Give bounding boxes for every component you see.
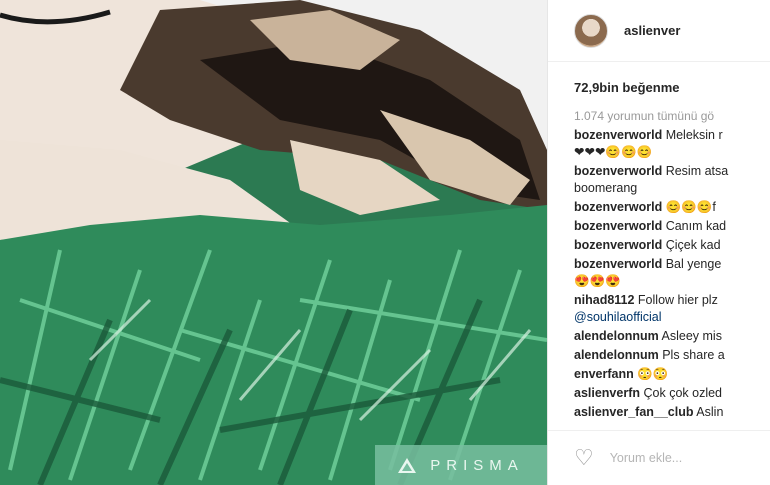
comment-text-extra: 😍😍😍 [574,274,621,288]
comment-text-extra: ❤❤❤😊😊😊 [574,145,653,159]
comment-text: Canım kad [662,219,727,233]
comment-username[interactable]: bozenverworld [574,257,662,271]
comment-username[interactable]: aslienverfn [574,386,640,400]
likes-count[interactable]: 72,9bin beğenme [574,80,679,95]
prisma-watermark: PRISMA [375,445,547,485]
comment-username[interactable]: enverfann [574,367,634,381]
add-comment-input[interactable]: Yorum ekle... [610,451,683,465]
comment-username[interactable]: bozenverworld [574,128,662,142]
comment-username[interactable]: alendelonnum [574,329,659,343]
comment-mention-link[interactable]: @souhilaofficial [574,310,662,324]
comment-username[interactable]: bozenverworld [574,238,662,252]
comment-username[interactable]: nihad8112 [574,293,634,307]
heart-outline-icon[interactable]: ♡ [574,447,594,469]
comment-text: 😊😊😊f [662,200,716,214]
comment-item: bozenverworld Çiçek kad [574,237,770,254]
profile-username[interactable]: aslienver [624,23,680,38]
comment-text: Resim atsa [662,164,729,178]
comment-username[interactable]: aslienver_fan__club [574,405,694,419]
comment-item: alendelonnum Pls share a [574,347,770,364]
avatar[interactable] [574,13,608,48]
comment-text: Çok çok ozled [640,386,722,400]
comment-item: nihad8112 Follow hier plz @souhilaoffici… [574,292,770,326]
comment-username[interactable]: bozenverworld [574,164,662,178]
comment-text: Aslin [693,405,724,419]
prisma-label: PRISMA [430,456,524,474]
comment-text: Bal yenge [662,257,722,271]
comment-text: Pls share a [658,348,725,362]
comment-item: bozenverworld Resim atsa boomerang [574,163,770,197]
photo-illustration [0,0,547,485]
comment-item: bozenverworld Meleksin r ❤❤❤😊😊😊 [574,127,770,161]
comment-text-extra: boomerang [574,181,638,195]
comment-username[interactable]: bozenverworld [574,200,662,214]
post-photo[interactable]: PRISMA [0,0,547,485]
comments-list: bozenverworld Meleksin r ❤❤❤😊😊😊 bozenver… [574,127,770,423]
comment-item: aslienver_fan__club Aslin [574,404,770,421]
comment-text: Meleksin r [662,128,723,142]
comment-text: Follow hier plz [634,293,718,307]
comment-username[interactable]: bozenverworld [574,219,662,233]
comment-item: bozenverworld Canım kad [574,218,770,235]
comment-text: Çiçek kad [662,238,721,252]
comment-item: bozenverworld Bal yenge 😍😍😍 [574,256,770,290]
comment-item: alendelonnum Asleey mis [574,328,770,345]
comment-item: aslienverfn Çok çok ozled [574,385,770,402]
comment-text: 😳😳 [633,367,669,381]
comment-item: bozenverworld 😊😊😊f [574,199,770,216]
post-sidebar: aslienver 72,9bin beğenme 1.074 yorumun … [547,0,770,485]
comment-text: Asleey mis [658,329,722,343]
view-all-comments-link[interactable]: 1.074 yorumun tümünü gö [574,109,714,123]
comment-composer: ♡ Yorum ekle... [548,430,770,485]
prisma-triangle-icon [398,457,417,473]
comment-username[interactable]: alendelonnum [574,348,659,362]
post-header: aslienver [548,0,770,62]
comment-item: enverfann 😳😳 [574,366,770,383]
